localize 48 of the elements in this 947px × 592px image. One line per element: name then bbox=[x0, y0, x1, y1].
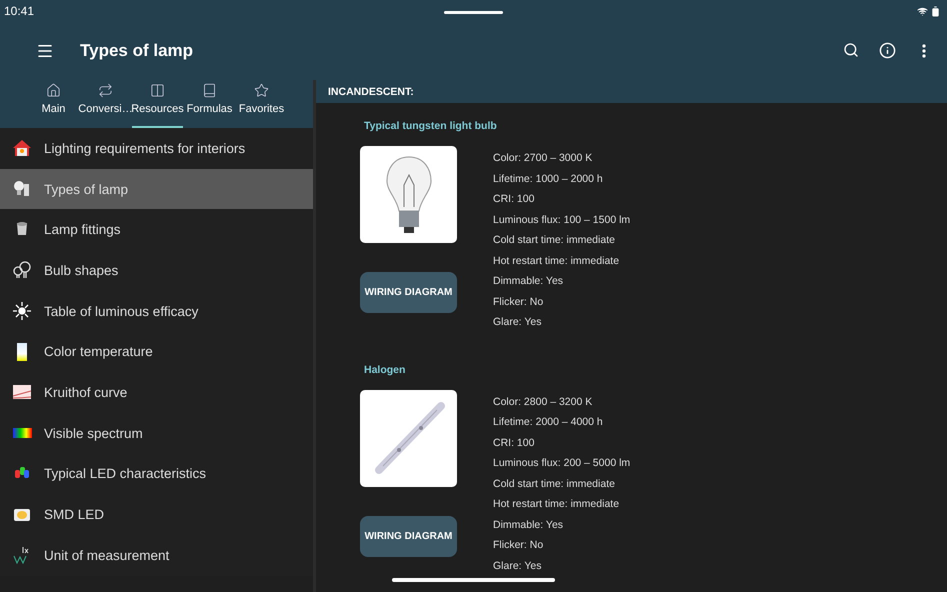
book-icon bbox=[202, 83, 217, 98]
nav-tab[interactable]: Main bbox=[28, 80, 79, 128]
spec-line: Hot restart time: immediate bbox=[493, 497, 620, 512]
spec-line: Luminous flux: 100 – 1500 lm bbox=[493, 212, 630, 228]
spec-line: Flicker: No bbox=[493, 294, 544, 310]
wiring-diagram-button[interactable]: WIRING DIAGRAM bbox=[360, 516, 457, 556]
more-icon bbox=[922, 44, 926, 58]
spec-line: Cold start time: immediate bbox=[493, 476, 616, 492]
house-icon bbox=[12, 138, 32, 158]
wifi-icon bbox=[917, 6, 928, 16]
spec-line: Glare: Yes bbox=[493, 558, 542, 574]
info-icon bbox=[879, 42, 896, 59]
sun-icon bbox=[12, 301, 32, 322]
home-icon bbox=[46, 83, 61, 98]
spec-line: CRI: 100 bbox=[493, 436, 536, 450]
gesture-handle[interactable] bbox=[392, 578, 555, 582]
spec-line: Dimmable: Yes bbox=[493, 518, 564, 532]
spec-line: Lifetime: 2000 – 4000 h bbox=[493, 415, 604, 430]
spec-line: Dimmable: Yes bbox=[493, 274, 564, 289]
gesture-handle[interactable] bbox=[444, 11, 503, 14]
spec-line: Cold start time: immediate bbox=[493, 233, 616, 248]
nav-tab[interactable]: Conversi… bbox=[80, 80, 131, 128]
sidebar-item[interactable]: Types of lamp bbox=[0, 168, 313, 210]
status-time: 10:41 bbox=[4, 4, 34, 18]
bulb-outline-icon bbox=[12, 260, 32, 280]
menu-button[interactable] bbox=[36, 42, 54, 60]
nav-tab[interactable]: Favorites bbox=[236, 80, 287, 128]
wiring-diagram-button[interactable]: WIRING DIAGRAM bbox=[360, 272, 457, 313]
lamp-title: Halogen bbox=[364, 364, 406, 376]
star-icon bbox=[254, 83, 269, 98]
spec-line: Lifetime: 1000 – 2000 h bbox=[493, 172, 604, 186]
battery-icon bbox=[930, 6, 941, 16]
section-header: INCANDESCENT: bbox=[316, 80, 947, 103]
spec-line: Flicker: No bbox=[493, 538, 544, 553]
spec-line: CRI: 100 bbox=[493, 192, 536, 207]
search-icon bbox=[843, 42, 859, 58]
arrows-loop-icon bbox=[98, 83, 113, 98]
toolbar-title: Types of lamp bbox=[80, 41, 194, 61]
spec-line: Glare: Yes bbox=[493, 315, 542, 330]
columns-icon bbox=[150, 83, 165, 98]
spec-line: Color: 2800 – 3200 K bbox=[493, 394, 594, 410]
nav-tab[interactable]: Formulas bbox=[184, 80, 235, 128]
spec-line: Hot restart time: immediate bbox=[493, 254, 620, 268]
spec-line: Luminous flux: 200 – 5000 lm bbox=[493, 456, 630, 471]
menu-icon bbox=[36, 42, 54, 60]
spec-line: Color: 2700 – 3000 K bbox=[493, 151, 594, 166]
lamp-title: Typical tungsten light bulb bbox=[364, 120, 498, 132]
info-button[interactable] bbox=[879, 42, 897, 60]
